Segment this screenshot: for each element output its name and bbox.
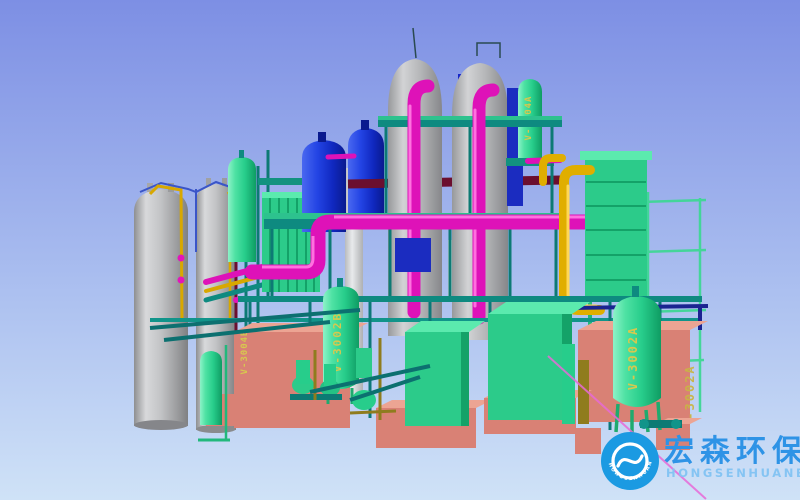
plant-3d-render: V-3004A <box>0 0 800 500</box>
left-mint-vessel <box>228 150 256 262</box>
logo-mark: HONGSENHUANBAO <box>601 432 659 490</box>
logo-en-text: HONGSENHUANBAO <box>666 466 800 480</box>
blue-vessel-2 <box>348 120 384 226</box>
logo-cn-text: 宏森环保 <box>664 434 800 469</box>
small-block-mid <box>575 428 601 454</box>
tag-v3002a: V-3002A <box>626 326 640 391</box>
plant-scene-canvas: V-3004A <box>0 0 800 500</box>
tag-v3002b: V-3002B <box>331 312 344 372</box>
tag-v3002a-shadow: -3002A <box>683 364 697 419</box>
tag-v3004b: V-3004B <box>240 330 250 375</box>
